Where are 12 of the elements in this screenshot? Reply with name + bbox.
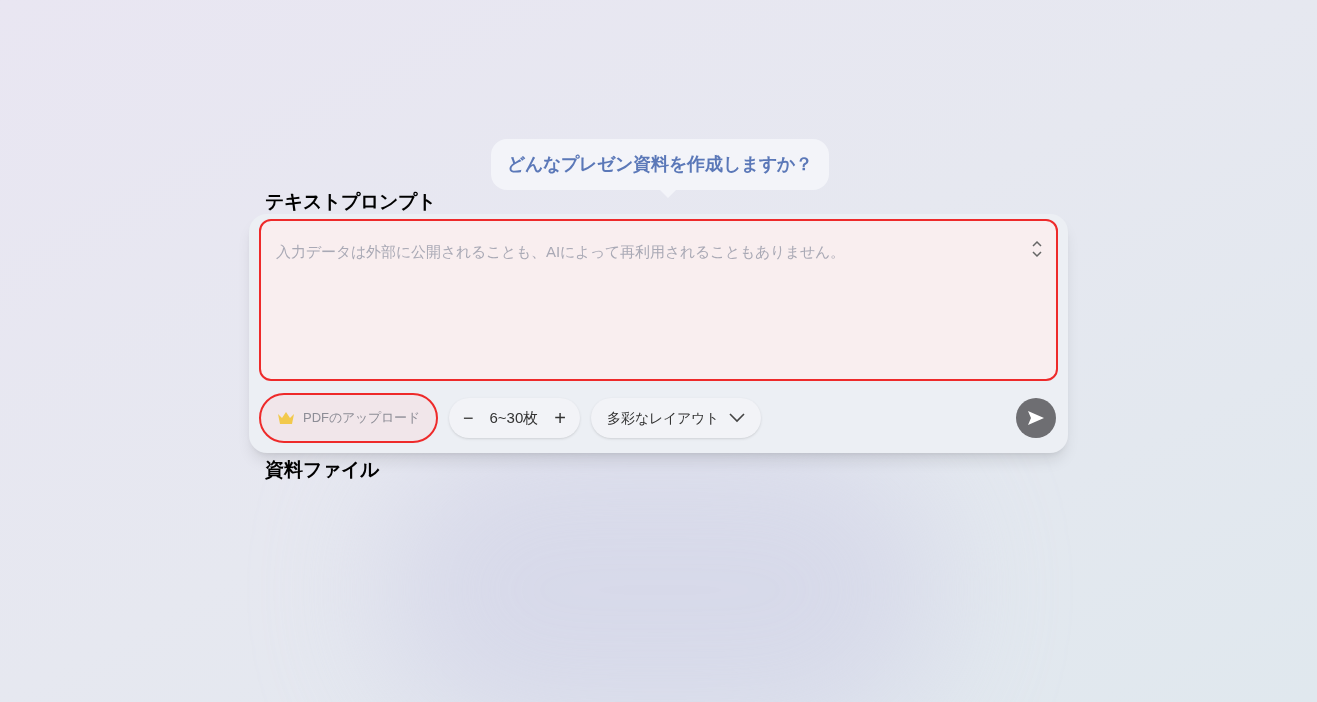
annotation-label: テキストプロンプト [265,189,436,214]
prompt-input[interactable]: 入力データは外部に公開されることも、AIによって再利用されることもありません。 [261,221,1056,379]
crown-icon [277,411,295,425]
chevron-down-icon [729,413,745,423]
slide-count-value: 6~30枚 [489,407,539,428]
decrease-button[interactable]: − [463,404,474,432]
increase-button[interactable]: + [554,403,566,433]
expand-icon[interactable] [1030,239,1044,259]
send-icon [1027,410,1045,426]
layout-dropdown[interactable]: 多彩なレイアウト [591,398,761,438]
annotation-label: 資料ファイル [265,457,379,482]
send-button[interactable] [1016,398,1056,438]
